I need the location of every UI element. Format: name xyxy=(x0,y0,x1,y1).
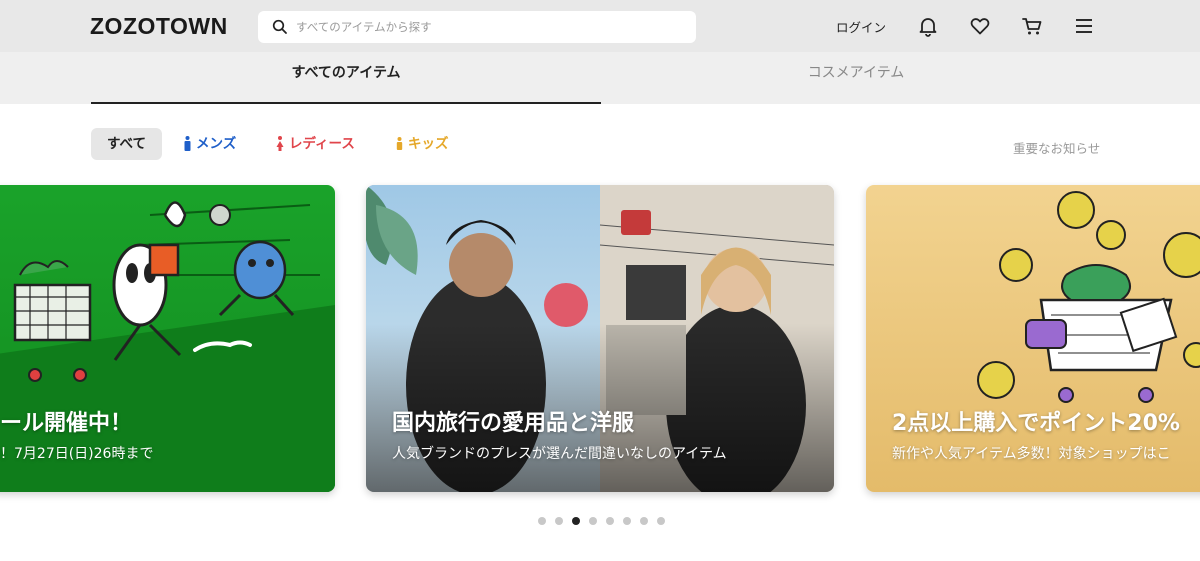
banner-travel[interactable]: 国内旅行の愛用品と洋服 人気ブランドのプレスが選んだ間違いなしのアイテム xyxy=(366,185,834,492)
heart-icon[interactable] xyxy=(969,15,991,37)
carousel-dot[interactable] xyxy=(572,517,580,525)
important-notice-link[interactable]: 重要なお知らせ xyxy=(1013,138,1100,157)
gender-kids-label: キッズ xyxy=(408,136,449,152)
banner-sale-subtitle: ！7月27日(日)26時まで xyxy=(0,446,154,462)
gender-ladies-button[interactable]: レディース xyxy=(276,128,355,160)
carousel-dot[interactable] xyxy=(640,517,648,525)
banner-points[interactable]: 2点以上購入でポイント20% 新作や人気アイテム多数！対象ショップはこ xyxy=(866,185,1200,492)
banner-travel-title: 国内旅行の愛用品と洋服 xyxy=(392,411,635,436)
banner-travel-subtitle: 人気ブランドのプレスが選んだ間違いなしのアイテム xyxy=(392,446,727,462)
carousel-dot[interactable] xyxy=(589,517,597,525)
carousel-dot[interactable] xyxy=(606,517,614,525)
search-box[interactable] xyxy=(258,11,696,43)
login-link[interactable]: ログイン xyxy=(836,17,886,36)
kid-icon xyxy=(396,136,403,150)
carousel-dot[interactable] xyxy=(657,517,665,525)
women-icon xyxy=(276,135,284,151)
gender-all-button[interactable]: すべて xyxy=(91,128,162,160)
gender-ladies-label: レディース xyxy=(289,136,355,152)
bell-icon[interactable] xyxy=(917,15,939,37)
men-icon xyxy=(184,135,191,151)
tab-all-items[interactable]: すべてのアイテム xyxy=(91,52,601,104)
banner-points-title: 2点以上購入でポイント20% xyxy=(892,411,1180,436)
gender-mens-label: メンズ xyxy=(196,136,237,152)
banner-sale-title: ール開催中！ xyxy=(0,411,133,436)
site-header: ZOZOTOWN ログイン xyxy=(0,0,1200,52)
tab-cosme-items[interactable]: コスメアイテム xyxy=(601,52,1111,104)
cart-icon[interactable] xyxy=(1021,15,1043,37)
carousel-dot[interactable] xyxy=(623,517,631,525)
search-input[interactable] xyxy=(296,11,686,43)
menu-icon[interactable] xyxy=(1073,15,1095,37)
banner-sale[interactable]: ール開催中！ ！7月27日(日)26時まで xyxy=(0,185,335,492)
category-tabs: すべてのアイテム コスメアイテム xyxy=(0,52,1200,104)
zozotown-logo[interactable]: ZOZOTOWN xyxy=(90,13,228,40)
gender-mens-button[interactable]: メンズ xyxy=(184,128,236,160)
gender-kids-button[interactable]: キッズ xyxy=(396,128,449,160)
banner-points-subtitle: 新作や人気アイテム多数！対象ショップはこ xyxy=(892,446,1171,462)
carousel-dot[interactable] xyxy=(538,517,546,525)
search-icon xyxy=(272,19,287,34)
carousel-dot[interactable] xyxy=(555,517,563,525)
